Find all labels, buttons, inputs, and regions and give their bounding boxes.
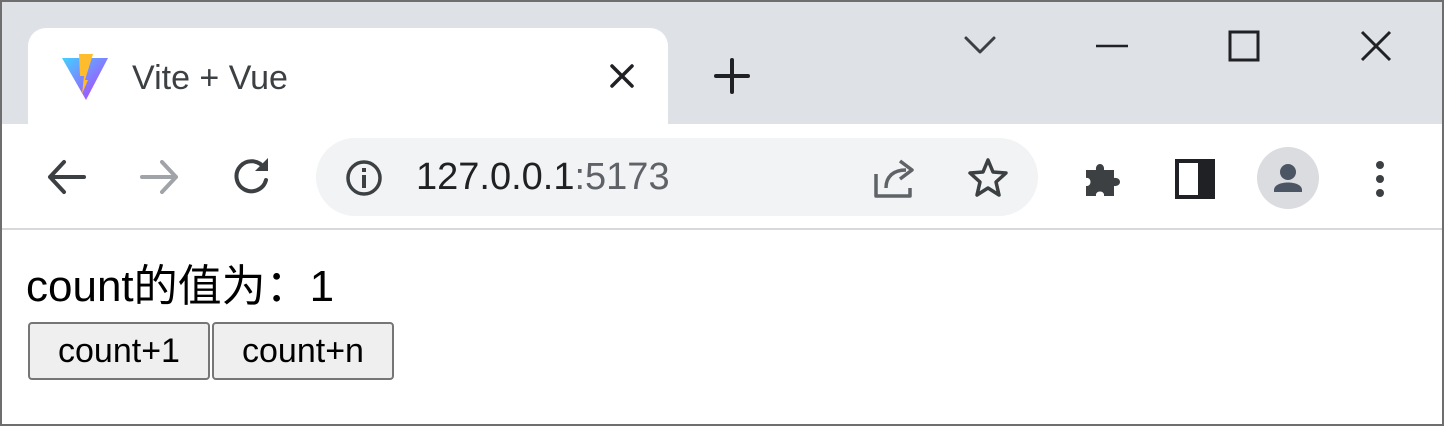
share-icon[interactable]	[872, 156, 918, 200]
close-window-icon[interactable]	[1356, 26, 1396, 66]
count-plus-one-button[interactable]: count+1	[28, 322, 210, 380]
new-tab-icon[interactable]	[712, 56, 752, 96]
more-menu-icon[interactable]	[1358, 156, 1402, 202]
back-arrow-icon[interactable]	[44, 154, 90, 200]
minimize-icon[interactable]	[1092, 26, 1132, 66]
page-content: count的值为：1 count+1 count+n	[2, 230, 1442, 424]
tab-title: Vite + Vue	[132, 59, 288, 97]
bookmark-star-icon[interactable]	[966, 156, 1010, 200]
browser-toolbar: 127.0.0.1:5173	[2, 124, 1442, 230]
url-host: 127.0.0.1	[416, 156, 575, 198]
site-info-icon[interactable]	[344, 158, 384, 198]
tab-close-icon[interactable]	[606, 60, 638, 92]
url-text[interactable]: 127.0.0.1:5173	[416, 154, 670, 200]
url-port: :5173	[574, 156, 670, 198]
profile-avatar-icon[interactable]	[1256, 146, 1320, 210]
forward-arrow-icon[interactable]	[136, 154, 182, 200]
vite-logo-icon	[62, 54, 108, 100]
extensions-puzzle-icon[interactable]	[1080, 156, 1126, 202]
count-display: count的值为：1	[26, 262, 335, 311]
browser-window: Vite + Vue 127.0.0.1:5173 count的值为：1 cou…	[0, 0, 1444, 426]
side-panel-icon[interactable]	[1172, 156, 1218, 202]
reload-icon[interactable]	[228, 154, 274, 200]
maximize-icon[interactable]	[1224, 26, 1264, 66]
active-tab[interactable]: Vite + Vue	[28, 28, 668, 128]
address-bar[interactable]: 127.0.0.1:5173	[316, 138, 1038, 216]
tab-search-chevron-down-icon[interactable]	[960, 26, 1000, 66]
title-bar: Vite + Vue	[2, 2, 1442, 128]
count-plus-n-button[interactable]: count+n	[212, 322, 394, 380]
